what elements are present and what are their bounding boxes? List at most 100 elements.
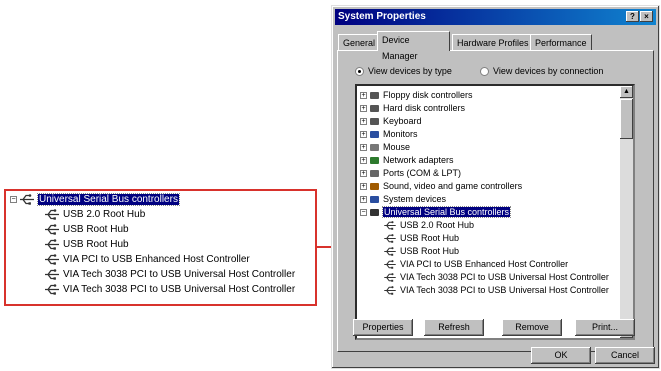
help-button[interactable]: ? bbox=[626, 11, 639, 22]
usb-icon bbox=[384, 286, 396, 295]
radio-label: View devices by connection bbox=[493, 66, 604, 76]
expand-icon[interactable]: + bbox=[360, 170, 367, 178]
tab-performance[interactable]: Performance bbox=[530, 34, 592, 50]
usb-device-row[interactable]: VIA Tech 3038 PCI to USB Universal Host … bbox=[383, 284, 609, 297]
device-category-label: Mouse bbox=[383, 142, 411, 152]
keyboard-icon bbox=[370, 118, 379, 126]
system-icon bbox=[370, 196, 379, 204]
usb-icon bbox=[45, 209, 59, 220]
usb-device-label: USB 2.0 Root Hub bbox=[400, 220, 475, 230]
usb-icon bbox=[384, 247, 396, 256]
expand-icon[interactable]: + bbox=[360, 157, 367, 165]
callout-item: VIA PCI to USB Enhanced Host Controller bbox=[44, 253, 250, 267]
collapse-icon[interactable]: − bbox=[360, 209, 367, 217]
device-category-label: Sound, video and game controllers bbox=[383, 181, 523, 191]
usb-device-row[interactable]: VIA Tech 3038 PCI to USB Universal Host … bbox=[383, 271, 609, 284]
device-category-row[interactable]: + Network adapters bbox=[360, 154, 454, 167]
device-category-label: Hard disk controllers bbox=[383, 103, 466, 113]
callout-item: USB 2.0 Root Hub bbox=[44, 208, 145, 222]
device-category-row[interactable]: + System devices bbox=[360, 193, 446, 206]
usb-icon bbox=[20, 194, 34, 205]
usb-icon bbox=[45, 269, 59, 280]
usb-device-row[interactable]: USB 2.0 Root Hub bbox=[383, 219, 474, 232]
usb-device-label: VIA PCI to USB Enhanced Host Controller bbox=[400, 259, 569, 269]
device-category-label: Floppy disk controllers bbox=[383, 90, 473, 100]
tab-general[interactable]: General bbox=[338, 34, 381, 50]
usb-icon bbox=[370, 209, 379, 217]
mouse-icon bbox=[370, 144, 379, 152]
hard-disk-icon bbox=[370, 105, 379, 113]
device-category-row[interactable]: + Mouse bbox=[360, 141, 410, 154]
callout-item: VIA Tech 3038 PCI to USB Universal Host … bbox=[44, 268, 295, 282]
port-icon bbox=[370, 170, 379, 178]
radio-view-by-connection[interactable]: View devices by connection bbox=[480, 66, 604, 77]
floppy-icon bbox=[370, 92, 379, 100]
usb-icon bbox=[384, 234, 396, 243]
callout-root-label: Universal Serial Bus controllers bbox=[37, 193, 180, 206]
usb-icon bbox=[45, 224, 59, 235]
radio-view-by-type[interactable]: View devices by type bbox=[355, 66, 452, 77]
expand-icon[interactable]: + bbox=[360, 131, 367, 139]
usb-device-row[interactable]: VIA PCI to USB Enhanced Host Controller bbox=[383, 258, 568, 271]
collapse-icon: − bbox=[10, 195, 17, 203]
callout-root-row: − Universal Serial Bus controllers bbox=[10, 193, 180, 207]
sound-icon bbox=[370, 183, 379, 191]
expand-icon[interactable]: + bbox=[360, 92, 367, 100]
device-category-row[interactable]: − Universal Serial Bus controllers bbox=[360, 206, 512, 219]
remove-button[interactable]: Remove bbox=[502, 319, 562, 336]
button-label: Print... bbox=[591, 322, 618, 332]
radio-label: View devices by type bbox=[368, 66, 452, 76]
device-tree[interactable]: + Floppy disk controllers + Hard disk contr… bbox=[355, 84, 635, 340]
dialog-title: System Properties bbox=[338, 11, 426, 22]
callout-item: USB Root Hub bbox=[44, 238, 129, 252]
usb-device-label: USB Root Hub bbox=[400, 246, 460, 256]
ok-button[interactable]: OK bbox=[531, 347, 591, 364]
tab-hardware-profiles[interactable]: Hardware Profiles bbox=[452, 34, 534, 50]
callout-item-label: VIA PCI to USB Enhanced Host Controller bbox=[63, 254, 250, 265]
expand-icon[interactable]: + bbox=[360, 183, 367, 191]
device-category-row[interactable]: + Keyboard bbox=[360, 115, 422, 128]
cancel-button[interactable]: Cancel bbox=[595, 347, 655, 364]
radio-empty-icon bbox=[480, 67, 489, 77]
button-label: Cancel bbox=[610, 350, 639, 360]
close-button[interactable]: × bbox=[640, 11, 653, 22]
monitor-icon bbox=[370, 131, 379, 139]
radio-selected-icon bbox=[355, 67, 364, 77]
refresh-button[interactable]: Refresh bbox=[424, 319, 484, 336]
device-category-row[interactable]: + Hard disk controllers bbox=[360, 102, 465, 115]
usb-device-row[interactable]: USB Root Hub bbox=[383, 232, 459, 245]
device-category-label: Network adapters bbox=[383, 155, 454, 165]
usb-device-row[interactable]: USB Root Hub bbox=[383, 245, 459, 258]
usb-icon bbox=[45, 254, 59, 265]
callout-item-label: VIA Tech 3038 PCI to USB Universal Host … bbox=[63, 284, 296, 295]
button-label: OK bbox=[554, 350, 568, 360]
button-label: Refresh bbox=[438, 322, 470, 332]
button-label: Remove bbox=[515, 322, 549, 332]
expand-icon[interactable]: + bbox=[360, 118, 367, 126]
properties-button[interactable]: Properties bbox=[353, 319, 413, 336]
expand-icon[interactable]: + bbox=[360, 105, 367, 113]
tab-device-manager[interactable]: Device Manager bbox=[377, 31, 450, 61]
device-category-label: Monitors bbox=[383, 129, 418, 139]
expand-icon[interactable]: + bbox=[360, 196, 367, 204]
usb-device-label: VIA Tech 3038 PCI to USB Universal Host … bbox=[400, 285, 609, 295]
device-category-row[interactable]: + Floppy disk controllers bbox=[360, 89, 473, 102]
device-category-row[interactable]: + Sound, video and game controllers bbox=[360, 180, 522, 193]
scroll-up-icon[interactable]: ▲ bbox=[620, 86, 633, 98]
scroll-thumb[interactable] bbox=[620, 99, 633, 139]
title-bar: System Properties ? × bbox=[335, 9, 656, 25]
usb-icon bbox=[45, 239, 59, 250]
system-properties-dialog: System Properties ? × General Device Man… bbox=[331, 5, 660, 369]
callout-item-label: USB Root Hub bbox=[63, 239, 129, 250]
device-manager-panel: View devices by type View devices by con… bbox=[337, 50, 654, 352]
callout-item: VIA Tech 3038 PCI to USB Universal Host … bbox=[44, 283, 295, 297]
device-category-row[interactable]: + Monitors bbox=[360, 128, 418, 141]
expand-icon[interactable]: + bbox=[360, 144, 367, 152]
callout-item-label: VIA Tech 3038 PCI to USB Universal Host … bbox=[63, 269, 296, 280]
usb-icon bbox=[384, 260, 396, 269]
device-category-row[interactable]: + Ports (COM & LPT) bbox=[360, 167, 461, 180]
print-button[interactable]: Print... bbox=[575, 319, 635, 336]
usb-icon bbox=[384, 221, 396, 230]
vertical-scrollbar[interactable]: ▲ ▼ bbox=[620, 86, 633, 338]
network-icon bbox=[370, 157, 379, 165]
